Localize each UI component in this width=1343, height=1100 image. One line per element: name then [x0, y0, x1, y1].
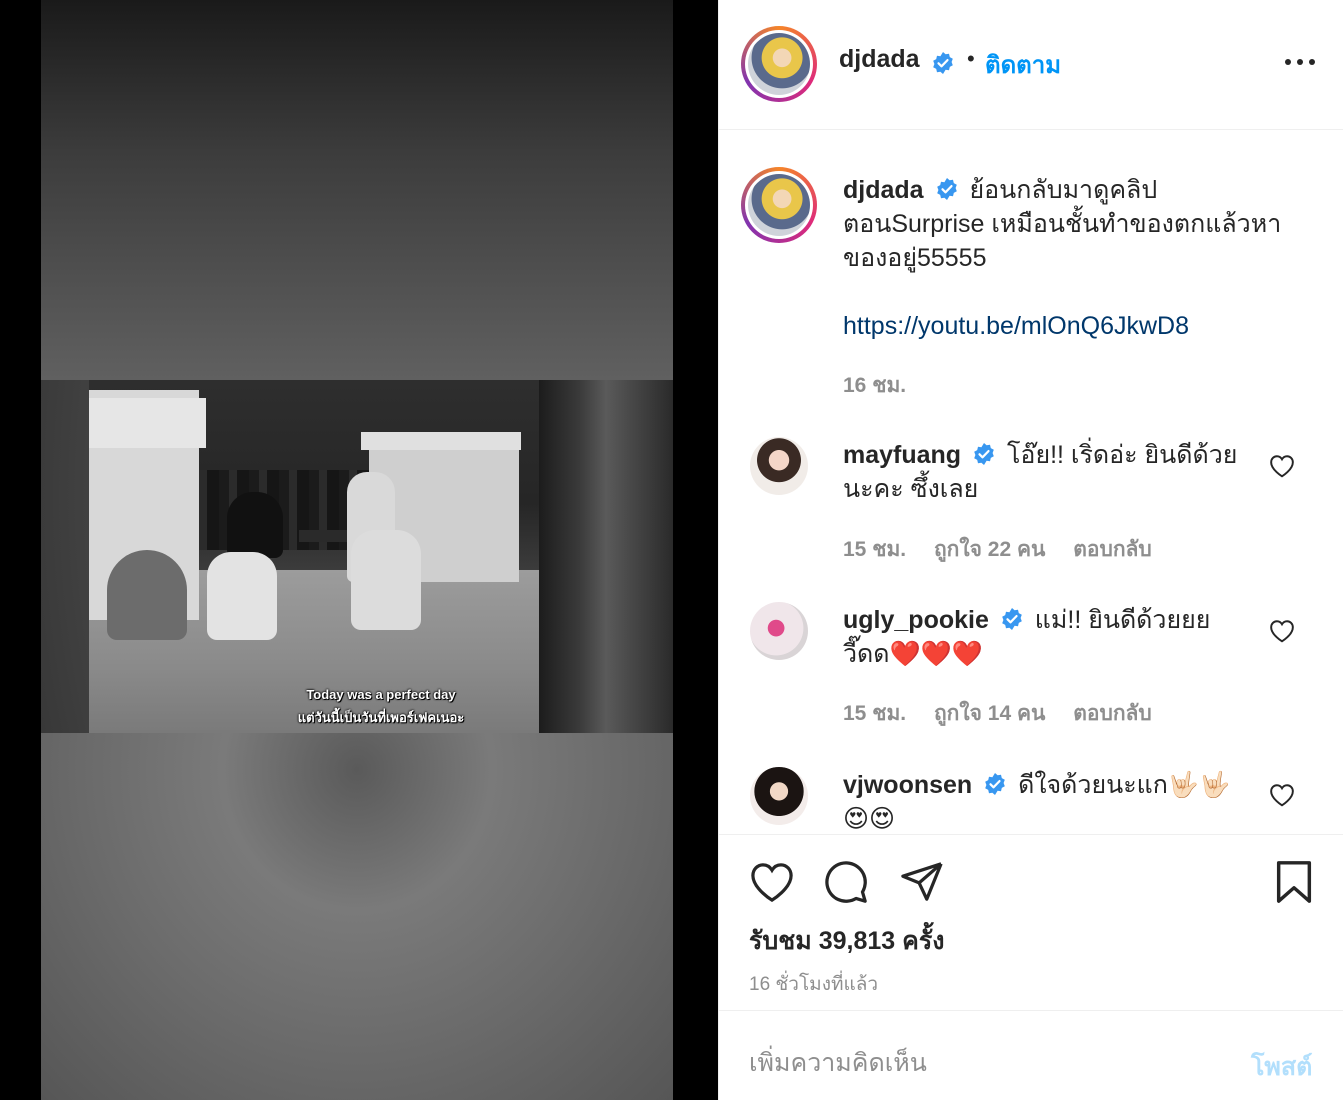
- avatar-image: [748, 174, 810, 236]
- post-header: djdada • ติดตาม: [719, 0, 1343, 130]
- chair: [207, 552, 277, 640]
- verified-badge-icon: [936, 178, 957, 200]
- comment-line: วี๊ดด❤️❤️❤️: [843, 640, 983, 668]
- post-sidebar: djdada • ติดตาม djdada ย้อนกลับมาดูคลิป: [718, 0, 1343, 1100]
- like-comment-heart-icon[interactable]: [1269, 783, 1295, 807]
- like-comment-heart-icon[interactable]: [1269, 619, 1295, 643]
- author-username[interactable]: djdada: [839, 45, 920, 74]
- comment-likes[interactable]: ถูกใจ 14 คน: [934, 702, 1045, 725]
- bookmark-icon[interactable]: [1273, 859, 1315, 905]
- comment-line: นะคะ ซึ้งเลย: [843, 475, 979, 503]
- comment-meta: 15 ชม. ถูกใจ 14 คน ตอบกลับ: [843, 697, 1174, 730]
- caption-author-avatar[interactable]: [741, 167, 817, 243]
- video-frame[interactable]: Today was a perfect day แต่วันนี้เป็นวัน…: [89, 380, 673, 733]
- caption-line: ตอนSurprise เหมือนชั้นทำของตกแล้วหา: [843, 210, 1282, 238]
- comment-likes[interactable]: ถูกใจ 22 คน: [934, 538, 1045, 561]
- comment-text: vjwoonsen ดีใจด้วยนะแก🤟🏻🤟🏻 😍😍: [843, 768, 1263, 834]
- commenter-avatar[interactable]: [750, 767, 808, 825]
- more-options-icon[interactable]: [1285, 52, 1315, 72]
- verified-badge-icon: [1002, 608, 1022, 630]
- comment-text: mayfuang โอ๊ย!! เริ่ดอ่ะ ยินดีด้วย นะคะ …: [843, 438, 1263, 506]
- verified-badge-icon: [974, 443, 994, 465]
- pillar-cap: [361, 432, 521, 450]
- glass-door: [539, 380, 673, 733]
- comment-line: แม่!! ยินดีด้วยยย: [1034, 606, 1211, 634]
- comment-icon[interactable]: [823, 859, 869, 905]
- post-timestamp[interactable]: 16 ชั่วโมงที่แล้ว: [749, 969, 878, 999]
- follow-button[interactable]: ติดตาม: [985, 45, 1061, 84]
- comments-list[interactable]: djdada ย้อนกลับมาดูคลิป ตอนSurprise เหมื…: [719, 131, 1343, 834]
- blurred-background-bottom: [41, 733, 673, 1100]
- share-icon[interactable]: [899, 860, 945, 902]
- pillar-cap: [89, 398, 206, 448]
- comment-line: โอ๊ย!! เริ่ดอ่ะ ยินดีด้วย: [1007, 441, 1238, 469]
- caption-line: ย้อนกลับมาดูคลิป: [969, 176, 1158, 204]
- comment-text: ugly_pookie แม่!! ยินดีด้วยยย วี๊ดด❤️❤️❤…: [843, 603, 1263, 671]
- post-comment-button[interactable]: โพสต์: [1251, 1047, 1312, 1087]
- video-subtitle-line1: Today was a perfect day: [306, 687, 456, 702]
- comment-time[interactable]: 15 ชม.: [843, 702, 906, 725]
- comment-line: 😍😍: [843, 805, 896, 833]
- comment-time[interactable]: 15 ชม.: [843, 538, 906, 561]
- avatar-image: [748, 33, 810, 95]
- verified-badge-icon: [985, 773, 1005, 795]
- chair: [351, 530, 421, 630]
- comment-composer: โพสต์: [719, 1010, 1343, 1100]
- separator-dot: •: [967, 46, 975, 71]
- reply-button[interactable]: ตอบกลับ: [1073, 702, 1152, 725]
- heart-icon[interactable]: [749, 861, 795, 903]
- caption-line: ของอยู่55555: [843, 244, 987, 272]
- commenter-avatar[interactable]: [750, 602, 808, 660]
- blurred-background-top: [41, 0, 673, 380]
- commenter-username[interactable]: ugly_pookie: [843, 606, 989, 634]
- caption-time[interactable]: 16 ชม.: [843, 369, 906, 402]
- caption-username[interactable]: djdada: [843, 176, 924, 204]
- video-subtitle-line2: แต่วันนี้เป็นวันที่เพอร์เฟคเนอะ: [297, 710, 465, 725]
- like-comment-heart-icon[interactable]: [1269, 454, 1295, 478]
- reply-button[interactable]: ตอบกลับ: [1073, 538, 1152, 561]
- commenter-avatar[interactable]: [750, 437, 808, 495]
- caption-text: djdada ย้อนกลับมาดูคลิป ตอนSurprise เหมื…: [843, 173, 1313, 343]
- post-media[interactable]: Today was a perfect day แต่วันนี้เป็นวัน…: [0, 0, 718, 1100]
- commenter-username[interactable]: mayfuang: [843, 441, 961, 469]
- verified-badge-icon: [933, 52, 953, 74]
- plant: [107, 550, 187, 640]
- author-avatar[interactable]: [741, 26, 817, 102]
- comment-meta: 15 ชม. ถูกใจ 22 คน ตอบกลับ: [843, 533, 1174, 566]
- view-count[interactable]: รับชม 39,813 ครั้ง: [749, 921, 944, 961]
- person: [227, 492, 283, 558]
- comment-line: ดีใจด้วยนะแก🤟🏻🤟🏻: [1018, 771, 1231, 799]
- commenter-username[interactable]: vjwoonsen: [843, 771, 972, 799]
- caption-link[interactable]: https://youtu.be/mlOnQ6JkwD8: [843, 309, 1313, 343]
- post-actions: รับชม 39,813 ครั้ง 16 ชั่วโมงที่แล้ว: [719, 834, 1343, 1010]
- table: [299, 530, 347, 542]
- comment-input[interactable]: [749, 1041, 1229, 1085]
